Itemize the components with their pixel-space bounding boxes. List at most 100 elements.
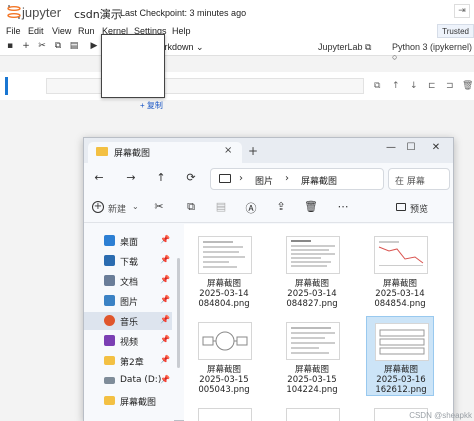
move-up-icon[interactable]: ↑ (392, 81, 400, 91)
sidebar-item-label: 图片 (120, 298, 139, 308)
maximize-icon[interactable]: ☐ (404, 142, 418, 153)
chevron-down-icon: ⌄ (132, 202, 139, 211)
menu-file[interactable]: File (6, 26, 21, 36)
share-icon[interactable]: ⇪ (274, 200, 288, 213)
sidebar-item-label: 音乐 (120, 318, 139, 328)
file-item[interactable]: 屏幕截图 2025-03-14 084804.png (190, 230, 258, 310)
move-down-icon[interactable]: ↓ (410, 81, 418, 91)
file-ext: 162612.png (375, 385, 427, 395)
sidebar-scrollbar[interactable] (177, 258, 180, 368)
menubar: File Edit View Run Kernel Settings Help (0, 24, 474, 40)
paste-icon[interactable]: ▤ (68, 41, 80, 51)
watermark: CSDN @sheapkk (409, 411, 472, 420)
file-thumbnail (198, 322, 252, 360)
forward-icon[interactable]: → (124, 171, 138, 184)
plus-icon: + (92, 201, 104, 213)
paste-icon[interactable]: ▤ (214, 200, 228, 213)
chevron-right-icon[interactable]: › (239, 173, 243, 184)
cell-input[interactable] (46, 78, 364, 94)
notebook-cell[interactable]: ⧉ ↑ ↓ ⊏ ⊐ 🗑 (0, 72, 474, 100)
file-ext: 084804.png (198, 299, 250, 309)
music-icon (104, 315, 115, 326)
new-button[interactable]: + 新建 ⌄ (92, 201, 139, 217)
delete-cell-icon[interactable]: 🗑 (462, 81, 473, 91)
sidebar-item-downloads[interactable]: 下载 📌 (84, 252, 172, 270)
explorer-tab[interactable]: 屏幕截图 × (88, 142, 242, 163)
address-bar[interactable]: › 图片 › 屏幕截图 (210, 168, 384, 190)
run-icon[interactable]: ▶ (88, 41, 100, 51)
menu-view[interactable]: View (52, 26, 71, 36)
menu-run[interactable]: Run (78, 26, 95, 36)
breadcrumb-pictures[interactable]: 图片 (255, 174, 273, 187)
sidebar-item-videos[interactable]: 视频 📌 (84, 332, 172, 350)
copy-icon[interactable]: ⧉ (52, 41, 64, 51)
file-grid: 屏幕截图 2025-03-14 084804.png 屏幕截图 2025-03-… (184, 224, 453, 421)
sidebar-item-label: 屏幕截图 (120, 398, 157, 408)
notebook-name[interactable]: csdn演示 (74, 6, 122, 22)
jupyterlab-link[interactable]: JupyterLab ⧉ (318, 42, 371, 53)
search-placeholder: 在 屏幕 (395, 177, 425, 187)
tab-title: 屏幕截图 (114, 149, 151, 159)
file-item[interactable]: 屏幕截图 2025-03-15 005043.png (190, 316, 258, 396)
copy-drop-label: + 复制 (140, 101, 163, 110)
file-name-line: 屏幕截图 (294, 365, 329, 375)
close-tab-icon[interactable]: × (224, 145, 232, 156)
menu-help[interactable]: Help (172, 26, 191, 36)
folder-icon (104, 356, 115, 365)
kernel-status[interactable]: Python 3 (ipykernel) ○ (392, 42, 474, 62)
chevron-right-icon[interactable]: › (285, 173, 289, 184)
pin-icon: 📌 (160, 375, 170, 384)
file-thumbnail (198, 236, 252, 274)
cut-icon[interactable]: ✂ (152, 200, 166, 213)
more-icon[interactable]: ⋯ (336, 200, 350, 213)
rename-icon[interactable]: Ⓐ (244, 200, 258, 216)
sidebar-item-music[interactable]: 音乐 📌 (84, 312, 172, 330)
sidebar-item-chapter2[interactable]: 第2章 📌 (84, 352, 172, 370)
preview-button[interactable]: 预览 (410, 202, 428, 215)
close-window-icon[interactable]: ✕ (429, 142, 443, 153)
sidebar-item-desktop[interactable]: 桌面 📌 (84, 232, 172, 250)
sidebar-item-label: 文档 (120, 278, 139, 288)
sidebar-item-screenshots[interactable]: 屏幕截图 (84, 392, 172, 410)
sidebar-item-pictures[interactable]: 图片 📌 (84, 292, 172, 310)
file-item[interactable] (278, 402, 346, 421)
logout-icon[interactable]: ⇥ (454, 4, 470, 18)
search-box[interactable]: 在 屏幕 (388, 168, 450, 190)
sidebar-item-label: 视频 (120, 338, 139, 348)
breadcrumb-screenshots[interactable]: 屏幕截图 (301, 174, 337, 187)
up-icon[interactable]: ↑ (154, 171, 168, 184)
file-thumbnail (374, 236, 428, 274)
folder-icon (104, 396, 115, 405)
menu-edit[interactable]: Edit (28, 26, 44, 36)
delete-icon[interactable]: 🗑 (304, 200, 318, 213)
back-icon[interactable]: ← (92, 171, 106, 184)
cut-icon[interactable]: ✂ (36, 41, 48, 51)
sidebar-item-label: 第2章 (120, 358, 144, 368)
refresh-icon[interactable]: ⟳ (184, 171, 198, 184)
copy-icon[interactable]: ⧉ (184, 200, 198, 214)
new-tab-icon[interactable]: + (248, 144, 258, 158)
add-cell-icon[interactable]: + (20, 41, 32, 51)
insert-above-icon[interactable]: ⊏ (428, 81, 436, 91)
insert-below-icon[interactable]: ⊐ (446, 81, 454, 91)
drag-preview (101, 34, 165, 98)
sidebar-item-documents[interactable]: 文档 📌 (84, 272, 172, 290)
minimize-icon[interactable]: — (384, 142, 398, 153)
sidebar-item-data-drive[interactable]: Data (D:) 📌 (84, 372, 172, 390)
preview-pane-icon[interactable] (396, 203, 406, 211)
checkpoint-status: Last Checkpoint: 3 minutes ago (120, 8, 247, 18)
jupyterlab-label: JupyterLab (318, 42, 363, 52)
file-item[interactable]: 屏幕截图 2025-03-14 084827.png (278, 230, 346, 310)
trusted-badge[interactable]: Trusted (437, 24, 474, 38)
jupyter-logo-icon[interactable] (6, 4, 22, 20)
file-item[interactable]: 屏幕截图 2025-03-14 084854.png (366, 230, 434, 310)
sidebar-item-label: 下载 (120, 258, 139, 268)
file-item[interactable]: 屏幕截图 2025-03-15 104224.png (278, 316, 346, 396)
file-item-selected[interactable]: 屏幕截图 2025-03-16 162612.png (366, 316, 434, 396)
jupyter-header: jupyter csdn演示 Last Checkpoint: 3 minute… (0, 0, 474, 24)
duplicate-cell-icon[interactable]: ⧉ (374, 81, 380, 91)
save-icon[interactable]: ▪ (4, 41, 16, 51)
jupyter-brand[interactable]: jupyter (22, 5, 61, 20)
sidebar-item-label: Data (D:) (120, 375, 162, 385)
file-item[interactable] (190, 402, 258, 421)
